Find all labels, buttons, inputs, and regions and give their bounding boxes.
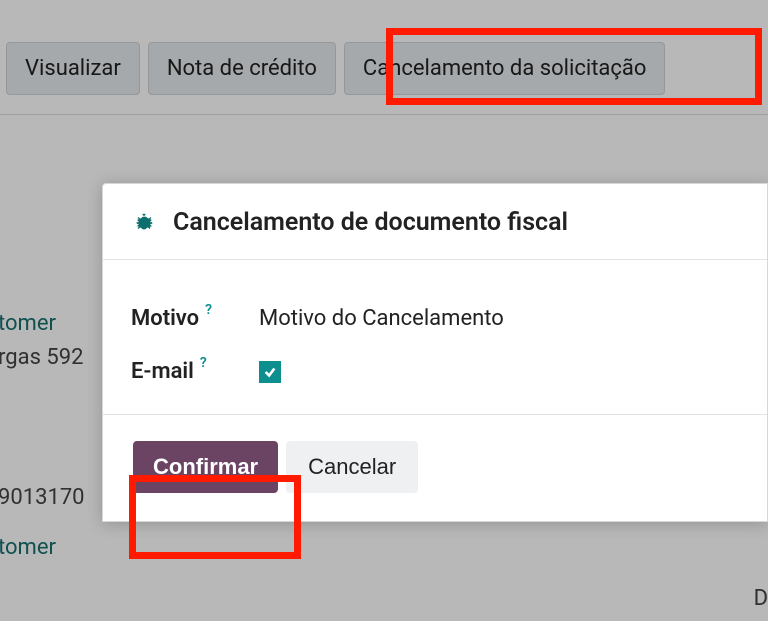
highlight-box-toolbar xyxy=(386,28,762,105)
cancel-button[interactable]: Cancelar xyxy=(286,441,418,493)
modal-title: Cancelamento de documento fiscal xyxy=(173,208,568,237)
motivo-label: Motivo ? xyxy=(131,306,259,331)
cancel-document-modal: Cancelamento de documento fiscal Motivo … xyxy=(102,183,768,522)
email-label-text: E-mail xyxy=(131,359,194,384)
help-icon[interactable]: ? xyxy=(200,355,207,371)
email-label: E-mail ? xyxy=(131,359,259,384)
help-icon[interactable]: ? xyxy=(205,302,212,318)
highlight-box-confirm xyxy=(129,475,301,559)
email-checkbox[interactable] xyxy=(259,361,281,383)
motivo-input[interactable]: Motivo do Cancelamento xyxy=(259,306,504,331)
bug-icon xyxy=(133,212,155,234)
motivo-label-text: Motivo xyxy=(131,306,199,331)
